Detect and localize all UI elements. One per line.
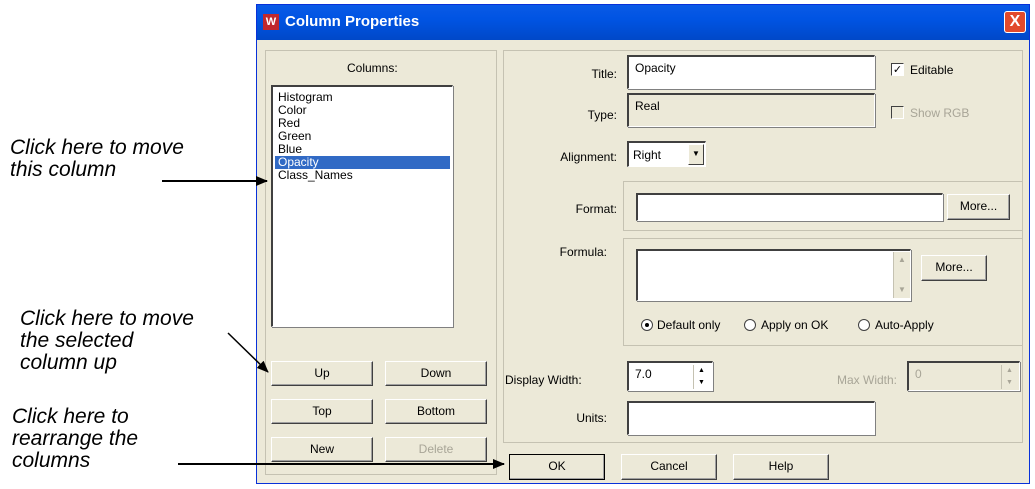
formula-label: Formula: — [559, 245, 607, 259]
show-rgb-checkbox[interactable] — [891, 106, 904, 119]
annotation-move-up: Click here to move the selected column u… — [20, 308, 194, 374]
auto-apply-radio[interactable] — [858, 319, 870, 331]
format-input[interactable] — [636, 193, 943, 221]
columns-list[interactable]: Histogram Color Red Green Blue Opacity C… — [271, 85, 453, 327]
type-label: Type: — [587, 108, 617, 122]
alignment-select[interactable]: Right ▼ — [627, 141, 706, 167]
close-icon[interactable]: X — [1004, 11, 1026, 33]
default-only-label: Default only — [657, 318, 721, 332]
columns-label: Columns: — [347, 61, 398, 75]
units-label: Units: — [576, 411, 607, 425]
ok-button[interactable]: OK — [509, 454, 605, 480]
formula-input[interactable] — [636, 249, 911, 301]
spin-up-icon[interactable]: ▲ — [694, 365, 709, 377]
radio-selected-dot — [645, 323, 649, 327]
show-rgb-label: Show RGB — [910, 106, 970, 120]
down-button[interactable]: Down — [385, 361, 487, 386]
annotation-line: Click here to move — [20, 307, 194, 330]
new-button[interactable]: New — [271, 437, 373, 462]
spin-down-icon[interactable]: ▼ — [1002, 377, 1017, 389]
type-field: Real — [627, 93, 875, 127]
annotation-line: the selected — [20, 329, 134, 352]
apply-on-ok-label: Apply on OK — [761, 318, 829, 332]
annotation-line: this column — [10, 158, 117, 181]
help-button[interactable]: Help — [733, 454, 829, 480]
units-input[interactable] — [627, 401, 875, 435]
format-label: Format: — [575, 202, 617, 216]
title-label: Title: — [591, 67, 617, 81]
formula-more-button[interactable]: More... — [921, 255, 987, 281]
display-width-spinner[interactable]: ▲ ▼ — [693, 365, 709, 389]
auto-apply-label: Auto-Apply — [875, 318, 934, 332]
scroll-down-icon[interactable]: ▼ — [894, 282, 910, 298]
editable-checkbox[interactable]: ✓ — [891, 63, 904, 76]
spin-up-icon[interactable]: ▲ — [1002, 365, 1017, 377]
apply-on-ok-radio[interactable] — [744, 319, 756, 331]
alignment-value: Right — [633, 148, 662, 162]
annotation-line: Click here to — [12, 405, 129, 428]
up-button[interactable]: Up — [271, 361, 373, 386]
format-more-button[interactable]: More... — [947, 194, 1010, 220]
app-icon: W — [263, 14, 279, 30]
column-properties-dialog: W Column Properties X Columns: Histogram… — [256, 4, 1030, 484]
annotation-line: columns — [12, 449, 91, 472]
annotation-line: rearrange the — [12, 427, 139, 450]
list-item[interactable]: Class_Names — [275, 169, 450, 182]
list-item[interactable]: Color — [275, 104, 450, 117]
title-input[interactable]: Opacity — [627, 55, 875, 89]
dialog-title: Column Properties — [285, 13, 420, 30]
title-bar[interactable]: W Column Properties X — [257, 5, 1029, 40]
alignment-label: Alignment: — [560, 150, 617, 164]
delete-button[interactable]: Delete — [385, 437, 487, 462]
display-width-label: Display Width: — [505, 373, 582, 387]
bottom-button[interactable]: Bottom — [385, 399, 487, 424]
max-width-spinner[interactable]: ▲ ▼ — [1001, 365, 1017, 389]
formula-scrollbar[interactable]: ▲ ▼ — [893, 252, 910, 298]
max-width-label: Max Width: — [836, 373, 897, 387]
top-button[interactable]: Top — [271, 399, 373, 424]
check-icon: ✓ — [892, 64, 903, 76]
annotation-line: Click here to move — [10, 136, 184, 159]
default-only-radio[interactable] — [641, 319, 653, 331]
spin-down-icon[interactable]: ▼ — [694, 377, 709, 389]
annotation-rearrange: Click here to rearrange the columns — [12, 406, 138, 472]
cancel-button[interactable]: Cancel — [621, 454, 717, 480]
editable-label: Editable — [910, 63, 954, 77]
annotation-line: column up — [20, 351, 117, 374]
scroll-up-icon[interactable]: ▲ — [894, 252, 910, 268]
annotation-move-column: Click here to move this column — [10, 137, 184, 181]
chevron-down-icon[interactable]: ▼ — [688, 144, 704, 165]
